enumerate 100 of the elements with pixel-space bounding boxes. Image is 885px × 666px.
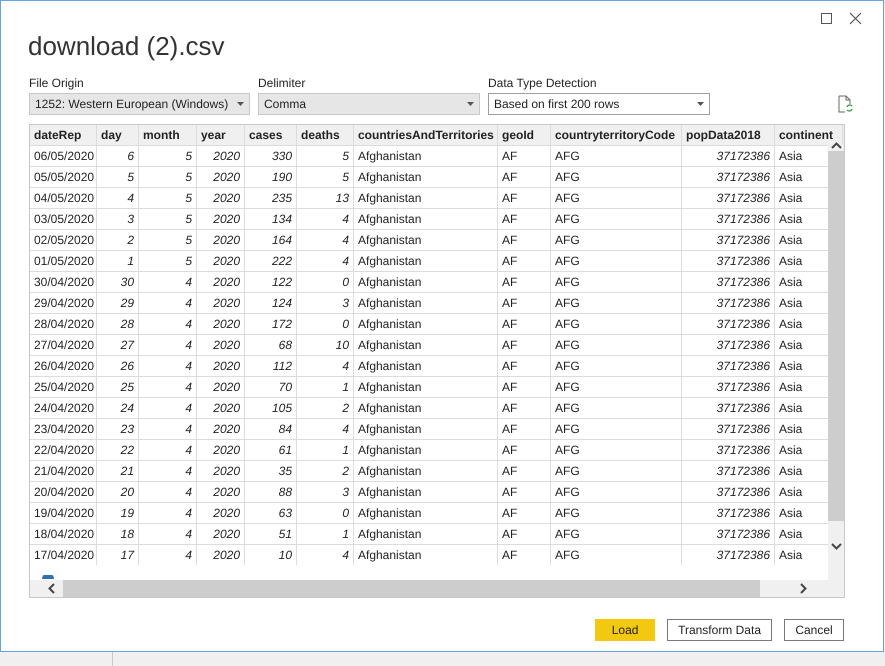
table-cell: 68 <box>245 335 297 355</box>
document-refresh-icon <box>837 95 853 113</box>
table-cell: 2020 <box>197 440 245 460</box>
column-header[interactable]: countryterritoryCode <box>551 125 682 145</box>
table-cell: AFG <box>551 503 682 523</box>
table-cell: 4 <box>297 419 354 439</box>
table-cell: Afghanistan <box>354 419 498 439</box>
table-cell: 2020 <box>197 272 245 292</box>
table-cell: 37172386 <box>682 146 775 166</box>
table-cell: 4 <box>139 503 197 523</box>
table-cell: 30/04/2020 <box>30 272 97 292</box>
table-cell: AF <box>498 272 551 292</box>
table-cell: Afghanistan <box>354 167 498 187</box>
table-cell: AFG <box>551 398 682 418</box>
table-cell: 21 <box>97 461 139 481</box>
table-cell: 4 <box>297 209 354 229</box>
column-header[interactable]: day <box>97 125 139 145</box>
table-cell: 124 <box>245 293 297 313</box>
table-cell: 3 <box>297 482 354 502</box>
table-cell: 37172386 <box>682 524 775 544</box>
table-cell: 1 <box>297 524 354 544</box>
dropdown[interactable]: Comma <box>258 93 480 115</box>
field-label: Delimiter <box>258 75 306 91</box>
vertical-scrollbar[interactable] <box>828 145 844 580</box>
table-cell: 37172386 <box>682 335 775 355</box>
table-cell: 22/04/2020 <box>30 440 97 460</box>
chevron-up-icon <box>830 142 842 149</box>
table-cell: AF <box>498 545 551 565</box>
table-cell: 222 <box>245 251 297 271</box>
table-cell: 37172386 <box>682 272 775 292</box>
table-cell: 37172386 <box>682 398 775 418</box>
table-cell: 37172386 <box>682 167 775 187</box>
horizontal-scrollbar[interactable] <box>30 580 844 597</box>
table-cell: 2 <box>297 461 354 481</box>
refresh-button[interactable] <box>837 95 853 113</box>
table-cell: 2020 <box>197 146 245 166</box>
column-header[interactable]: geoId <box>498 125 551 145</box>
table-cell: 29/04/2020 <box>30 293 97 313</box>
table-cell: AFG <box>551 377 682 397</box>
table-cell: 2020 <box>197 209 245 229</box>
table-cell: 4 <box>139 545 197 565</box>
column-header[interactable]: deaths <box>297 125 354 145</box>
chevron-left-icon <box>48 583 55 594</box>
table-cell: AFG <box>551 251 682 271</box>
table-cell: 10 <box>297 335 354 355</box>
table-cell: 21/04/2020 <box>30 461 97 481</box>
table-cell: AF <box>498 167 551 187</box>
table-cell: 28 <box>97 314 139 334</box>
column-header[interactable]: year <box>197 125 245 145</box>
load-button[interactable]: Load <box>595 619 656 641</box>
table-cell: 37172386 <box>682 230 775 250</box>
maximize-button[interactable] <box>819 11 833 25</box>
table-cell: 26 <box>97 356 139 376</box>
table-cell: 4 <box>139 461 197 481</box>
column-header[interactable]: month <box>139 125 197 145</box>
column-header[interactable]: cases <box>245 125 297 145</box>
table-cell: 105 <box>245 398 297 418</box>
table-cell: 5 <box>139 188 197 208</box>
dialog-button[interactable]: Transform Data <box>667 619 772 641</box>
table-cell: 37172386 <box>682 419 775 439</box>
table-cell: 4 <box>139 440 197 460</box>
column-header[interactable]: popData2018 <box>682 125 775 145</box>
table-cell: 22 <box>97 440 139 460</box>
table-cell: AFG <box>551 482 682 502</box>
table-cell: AF <box>498 377 551 397</box>
table-cell: 37172386 <box>682 545 775 565</box>
dropdown[interactable]: Based on first 200 rows <box>488 93 710 115</box>
dialog-button[interactable]: Cancel <box>784 619 844 641</box>
column-header[interactable]: countriesAndTerritories <box>354 125 498 145</box>
table-cell: Afghanistan <box>354 335 498 355</box>
table-cell: 27/04/2020 <box>30 335 97 355</box>
table-cell: AF <box>498 482 551 502</box>
table-cell: 51 <box>245 524 297 544</box>
table-cell: 4 <box>139 272 197 292</box>
table-cell: 02/05/2020 <box>30 230 97 250</box>
table-cell: 4 <box>139 398 197 418</box>
table-cell: 25 <box>97 377 139 397</box>
table-cell: AF <box>498 188 551 208</box>
table-cell: 122 <box>245 272 297 292</box>
table-cell: 20 <box>97 482 139 502</box>
dropdown[interactable]: 1252: Western European (Windows) <box>29 93 250 115</box>
table-cell: 17/04/2020 <box>30 545 97 565</box>
table-cell: 4 <box>297 251 354 271</box>
table-cell: 2020 <box>197 188 245 208</box>
table-cell: Afghanistan <box>354 545 498 565</box>
table-cell: 1 <box>97 251 139 271</box>
table-cell: AF <box>498 209 551 229</box>
table-cell: 26/04/2020 <box>30 356 97 376</box>
table-cell: Afghanistan <box>354 188 498 208</box>
table-cell: 19/04/2020 <box>30 503 97 523</box>
table-cell: AF <box>498 251 551 271</box>
table-cell: 112 <box>245 356 297 376</box>
close-button[interactable] <box>849 11 863 25</box>
table-cell: 06/05/2020 <box>30 146 97 166</box>
column-header[interactable]: dateRep <box>30 125 97 145</box>
table-cell: 05/05/2020 <box>30 167 97 187</box>
table-cell: 04/05/2020 <box>30 188 97 208</box>
table-cell: 2020 <box>197 503 245 523</box>
table-cell: Afghanistan <box>354 377 498 397</box>
table-cell: Afghanistan <box>354 230 498 250</box>
